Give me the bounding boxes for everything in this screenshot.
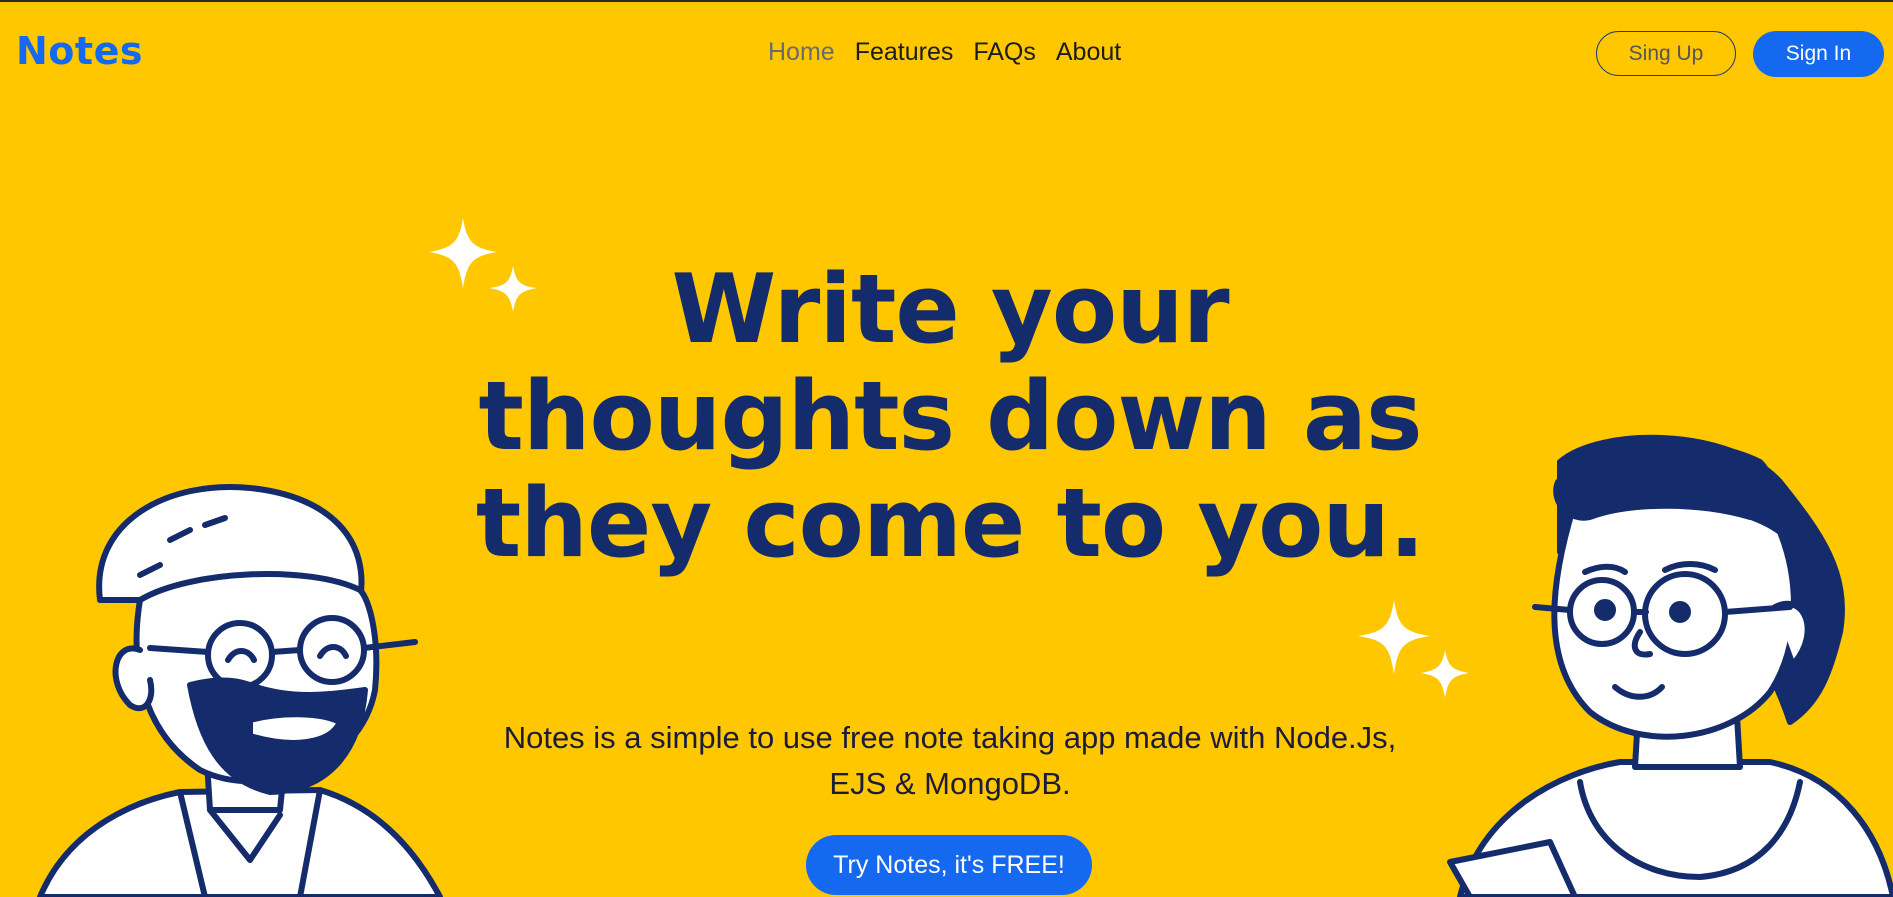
- woman-with-glasses-illustration: [1447, 434, 1893, 897]
- nav-item-features[interactable]: Features: [855, 38, 954, 67]
- hero-title: Write your thoughts down as they come to…: [475, 255, 1425, 579]
- nav-item-faqs[interactable]: FAQs: [973, 38, 1036, 67]
- nav-item-home[interactable]: Home: [768, 38, 835, 67]
- main-nav: Home Features FAQs About: [768, 38, 1121, 67]
- sign-in-button[interactable]: Sign In: [1753, 31, 1884, 77]
- nav-item-about[interactable]: About: [1056, 38, 1121, 67]
- try-notes-button[interactable]: Try Notes, it's FREE!: [806, 835, 1092, 895]
- logo[interactable]: Notes: [16, 29, 143, 73]
- hero-subtitle: Notes is a simple to use free note takin…: [503, 720, 1397, 801]
- bearded-man-illustration: [37, 484, 443, 897]
- sign-up-button[interactable]: Sing Up: [1596, 31, 1736, 76]
